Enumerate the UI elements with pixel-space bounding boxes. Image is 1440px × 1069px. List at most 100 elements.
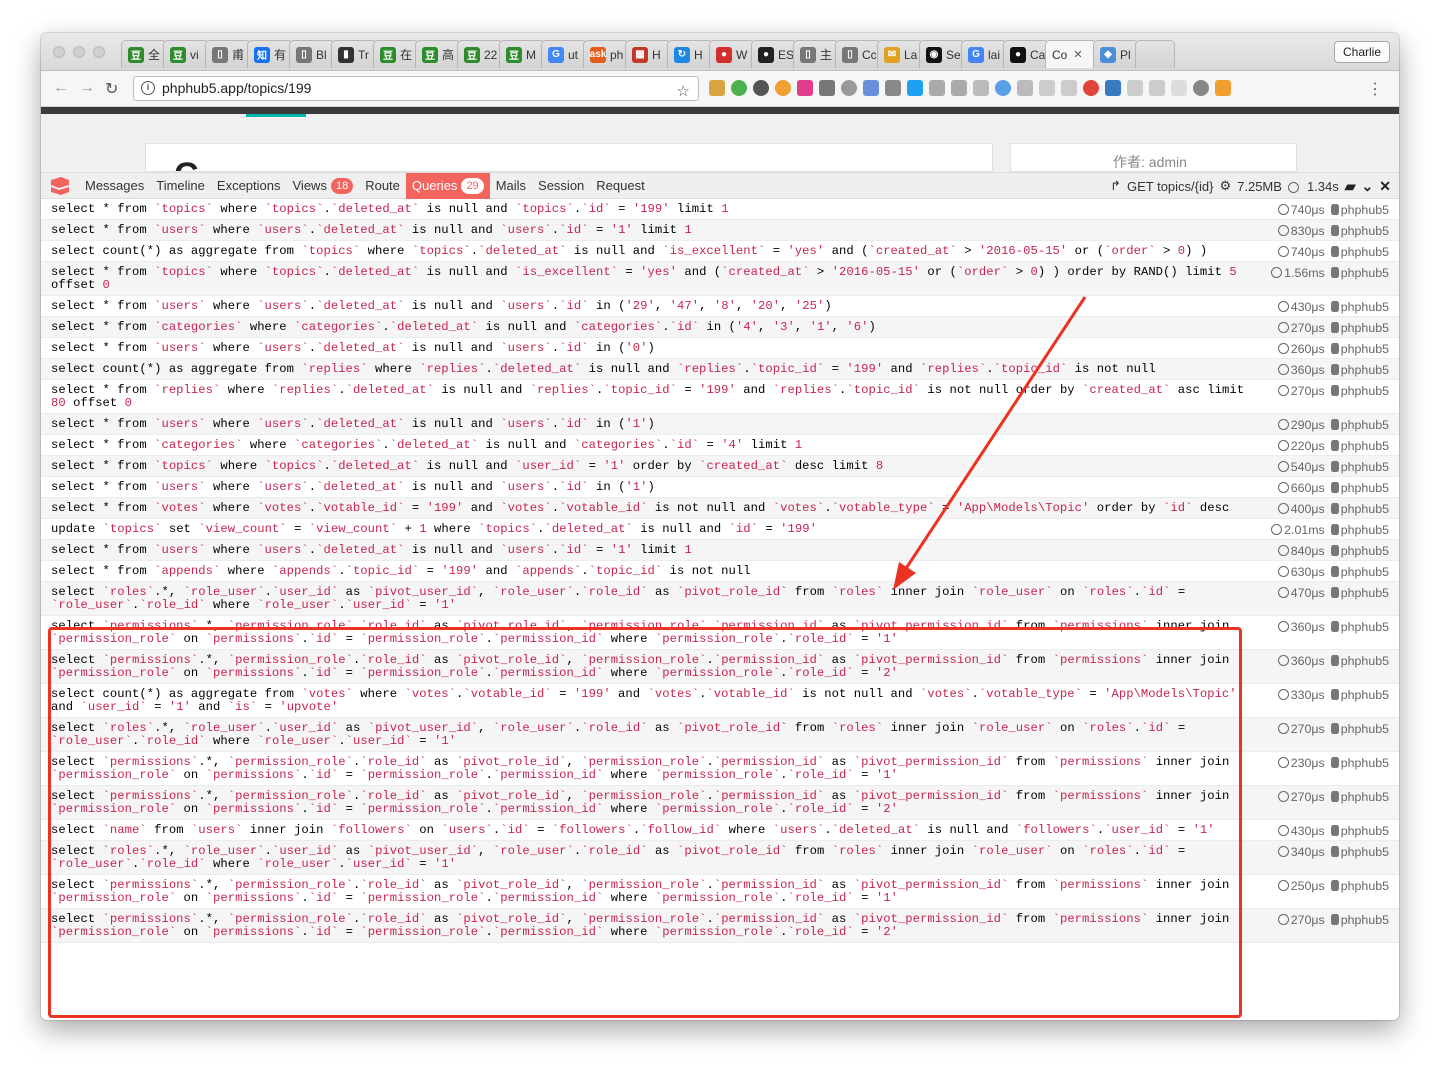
extension-icon[interactable]: [775, 80, 791, 96]
bookmark-star-icon[interactable]: ☆: [677, 80, 690, 103]
weibo-icon[interactable]: [1083, 80, 1099, 96]
query-row[interactable]: select count(*) as aggregate from `topic…: [41, 241, 1399, 262]
browser-tab[interactable]: ▯ 甫: [205, 40, 251, 68]
extension-icon[interactable]: [929, 80, 945, 96]
browser-tab[interactable]: ▦ H: [625, 40, 671, 68]
extension-icon[interactable]: [973, 80, 989, 96]
close-window-button[interactable]: [53, 46, 65, 58]
query-row[interactable]: select count(*) as aggregate from `repli…: [41, 359, 1399, 380]
query-row[interactable]: select `permissions`.*, `permission_role…: [41, 909, 1399, 943]
browser-tab[interactable]: ▯ 主: [793, 40, 839, 68]
minimize-window-button[interactable]: [73, 46, 85, 58]
close-icon[interactable]: ✕: [1379, 178, 1391, 195]
debugbar-tab-route[interactable]: Route: [359, 173, 406, 199]
browser-tab[interactable]: ● Ca: [1003, 40, 1049, 68]
browser-tab[interactable]: ◉ Se: [919, 40, 965, 68]
zoom-window-button[interactable]: [93, 46, 105, 58]
debugbar-logo-icon[interactable]: [49, 176, 71, 196]
query-row[interactable]: select * from `users` where `users`.`del…: [41, 540, 1399, 561]
query-row[interactable]: select `name` from `users` inner join `f…: [41, 820, 1399, 841]
extension-icon[interactable]: [1171, 80, 1187, 96]
query-row[interactable]: select `permissions`.*, `permission_role…: [41, 786, 1399, 820]
extension-icon[interactable]: [951, 80, 967, 96]
debugbar-tab-mails[interactable]: Mails: [490, 173, 532, 199]
query-row[interactable]: select `roles`.*, `role_user`.`user_id` …: [41, 582, 1399, 616]
profile-button[interactable]: Charlie: [1333, 41, 1390, 63]
query-row[interactable]: update `topics` set `view_count` = `view…: [41, 519, 1399, 540]
query-row[interactable]: select * from `appends` where `appends`.…: [41, 561, 1399, 582]
info-icon[interactable]: i: [141, 81, 155, 95]
extension-icon[interactable]: [1215, 80, 1231, 96]
forward-arrow-icon[interactable]: →: [79, 79, 95, 97]
browser-tab[interactable]: ● W: [709, 40, 755, 68]
browser-tab[interactable]: Glai: [961, 40, 1007, 68]
folder-icon[interactable]: ▰: [1345, 178, 1356, 195]
query-row[interactable]: select `permissions`.*, `permission_role…: [41, 752, 1399, 786]
browser-tab[interactable]: 豆高: [415, 40, 461, 68]
extension-icon[interactable]: [819, 80, 835, 96]
query-row[interactable]: select * from `users` where `users`.`del…: [41, 220, 1399, 241]
browser-tab[interactable]: 知有: [247, 40, 293, 68]
queries-list[interactable]: select * from `topics` where `topics`.`d…: [41, 199, 1399, 1020]
browser-tab[interactable]: 豆全: [121, 40, 167, 68]
browser-tab[interactable]: ▯ Cc: [835, 40, 881, 68]
query-row[interactable]: select * from `users` where `users`.`del…: [41, 296, 1399, 317]
query-row[interactable]: select * from `users` where `users`.`del…: [41, 477, 1399, 498]
browser-tab[interactable]: 豆 22: [457, 40, 503, 68]
query-row[interactable]: select * from `categories` where `catego…: [41, 435, 1399, 456]
query-row[interactable]: select `permissions`.*, `permission_role…: [41, 875, 1399, 909]
browser-tab[interactable]: ↻ H: [667, 40, 713, 68]
query-row[interactable]: select `roles`.*, `role_user`.`user_id` …: [41, 718, 1399, 752]
query-row[interactable]: select * from `users` where `users`.`del…: [41, 414, 1399, 435]
extension-icon[interactable]: [995, 80, 1011, 96]
extension-icon[interactable]: [1061, 80, 1077, 96]
debugbar-tab-session[interactable]: Session: [532, 173, 590, 199]
browser-tab[interactable]: ask ph: [583, 40, 629, 68]
browser-tab[interactable]: [1135, 40, 1175, 68]
query-row[interactable]: select * from `categories` where `catego…: [41, 317, 1399, 338]
query-row[interactable]: select `permissions`.*, `permission_role…: [41, 650, 1399, 684]
extension-icon[interactable]: [841, 80, 857, 96]
extension-icon[interactable]: [885, 80, 901, 96]
extension-icon[interactable]: [1149, 80, 1165, 96]
debugbar-tab-exceptions[interactable]: Exceptions: [211, 173, 287, 199]
browser-tab[interactable]: ✉ La: [877, 40, 923, 68]
extension-icon[interactable]: [709, 80, 725, 96]
browser-tab[interactable]: Gut: [541, 40, 587, 68]
debugbar-tab-timeline[interactable]: Timeline: [150, 173, 211, 199]
browser-tab[interactable]: ▯ Bl: [289, 40, 335, 68]
debugbar-tab-queries[interactable]: Queries 29: [405, 173, 490, 199]
query-row[interactable]: select count(*) as aggregate from `votes…: [41, 684, 1399, 718]
browser-tab[interactable]: ● ES: [751, 40, 797, 68]
debugbar-tab-views[interactable]: Views 18: [287, 173, 360, 199]
browser-tab[interactable]: 豆 vi: [163, 40, 209, 68]
query-row[interactable]: select * from `topics` where `topics`.`d…: [41, 456, 1399, 477]
extension-icon[interactable]: [1127, 80, 1143, 96]
address-bar[interactable]: i phphub5.app/topics/199 ☆: [133, 76, 699, 101]
extension-icon[interactable]: [753, 80, 769, 96]
browser-tab[interactable]: 豆在: [373, 40, 419, 68]
extension-icon[interactable]: [1193, 80, 1209, 96]
browser-tab[interactable]: 豆M: [499, 40, 545, 68]
extension-icon[interactable]: [863, 80, 879, 96]
extension-icon[interactable]: [797, 80, 813, 96]
browser-menu-icon[interactable]: ⋮: [1367, 79, 1383, 99]
query-row[interactable]: select * from `users` where `users`.`del…: [41, 338, 1399, 359]
query-row[interactable]: select * from `replies` where `replies`.…: [41, 380, 1399, 414]
extension-icon[interactable]: [1105, 80, 1121, 96]
extension-icon[interactable]: [1039, 80, 1055, 96]
back-arrow-icon[interactable]: ←: [53, 79, 69, 97]
tab-close-icon[interactable]: ✕: [1073, 48, 1082, 61]
browser-tab[interactable]: ◆ Pl: [1093, 40, 1139, 68]
extension-icon[interactable]: [1017, 80, 1033, 96]
browser-tab[interactable]: Co ✕: [1045, 40, 1097, 68]
query-row[interactable]: select * from `topics` where `topics`.`d…: [41, 199, 1399, 220]
browser-tab[interactable]: ▮ Tr: [331, 40, 377, 68]
debugbar-tab-messages[interactable]: Messages: [79, 173, 150, 199]
extension-icon[interactable]: [731, 80, 747, 96]
query-row[interactable]: select * from `votes` where `votes`.`vot…: [41, 498, 1399, 519]
query-row[interactable]: select `permissions`.*, `permission_role…: [41, 616, 1399, 650]
twitter-icon[interactable]: [907, 80, 923, 96]
query-row[interactable]: select `roles`.*, `role_user`.`user_id` …: [41, 841, 1399, 875]
debugbar-tab-request[interactable]: Request: [590, 173, 650, 199]
